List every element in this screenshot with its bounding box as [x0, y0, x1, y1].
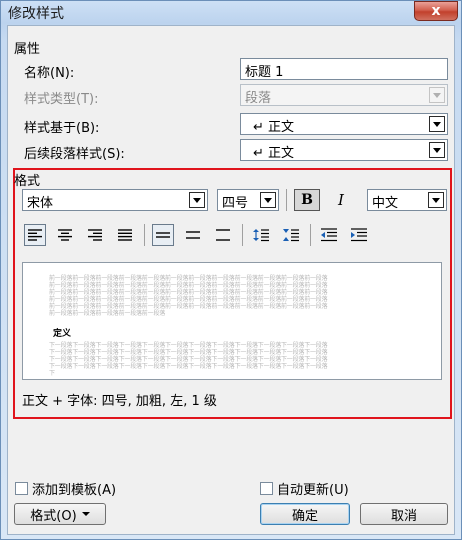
line-spacing-double-icon — [216, 229, 230, 241]
italic-button[interactable]: I — [330, 189, 352, 211]
preview-previous-paragraph: 前一段落前一段落前一段落前一段落前一段落前一段落前一段落前一段落前一段落前一段落… — [49, 275, 328, 317]
line-spacing-double-button[interactable] — [212, 224, 234, 246]
preview-line: 下 — [49, 370, 55, 377]
based-on-value: ↵ 正文 — [253, 120, 295, 135]
chevron-down-icon — [433, 147, 441, 153]
align-right-icon — [88, 229, 102, 241]
align-left-icon — [28, 229, 42, 241]
preview-line: 前一段落前一段落前一段落前一段落前一段落前一段落前一段落前一段落前一段落前一段落… — [49, 289, 328, 296]
align-justify-icon — [118, 229, 132, 241]
title-bar[interactable]: 修改样式 x — [1, 1, 461, 25]
based-on-label: 样式基于(B): — [24, 121, 100, 136]
space-before-decrease-button[interactable] — [280, 224, 302, 246]
properties-section-label: 属性 — [14, 42, 41, 57]
align-right-button[interactable] — [84, 224, 106, 246]
preview-line: 下一段落下一段落下一段落下一段落下一段落下一段落下一段落下一段落下一段落下一段落… — [49, 356, 328, 363]
align-center-icon — [58, 229, 72, 241]
name-input[interactable]: 标题 1 — [240, 58, 448, 80]
auto-update-label: 自动更新(U) — [277, 483, 349, 498]
toolbar-separator — [144, 224, 145, 246]
indent-decrease-icon — [321, 228, 337, 242]
next-style-value: ↵ 正文 — [253, 146, 295, 161]
preview-line: 前一段落前一段落前一段落前一段落前一段落 — [49, 310, 166, 317]
font-value: 宋体 — [27, 196, 54, 211]
indent-increase-button[interactable] — [348, 224, 370, 246]
chevron-down-icon — [264, 197, 272, 203]
modify-style-dialog: 修改样式 x 属性 名称(N): 标题 1 样式类型(T): 段落 样式基于(B… — [0, 0, 462, 540]
preview-sample-text: 定义 — [53, 329, 72, 339]
line-spacing-1_5-icon — [186, 231, 200, 239]
space-before-decrease-icon — [283, 229, 299, 242]
font-size-value: 四号 — [222, 196, 249, 211]
style-type-label: 样式类型(T): — [24, 92, 99, 107]
style-type-select: 段落 — [240, 84, 448, 106]
next-style-dropdown-button[interactable] — [429, 142, 445, 158]
align-left-button[interactable] — [24, 224, 46, 246]
indent-increase-icon — [351, 228, 367, 242]
space-before-increase-button[interactable] — [250, 224, 272, 246]
ok-button[interactable]: 确定 — [260, 503, 350, 525]
toolbar-separator — [286, 189, 287, 211]
font-select[interactable]: 宋体 — [22, 189, 208, 211]
script-select[interactable]: 中文 — [367, 189, 447, 211]
close-button[interactable]: x — [414, 1, 458, 21]
based-on-dropdown-button[interactable] — [429, 116, 445, 132]
based-on-select[interactable]: ↵ 正文 — [240, 113, 448, 135]
preview-line: 下一段落下一段落下一段落下一段落下一段落下一段落下一段落下一段落下一段落下一段落… — [49, 342, 328, 349]
font-size-dropdown-button[interactable] — [260, 192, 276, 208]
chevron-down-icon — [433, 121, 441, 127]
add-to-template-checkbox[interactable] — [15, 482, 28, 495]
preview-line: 下一段落下一段落下一段落下一段落下一段落下一段落下一段落下一段落下一段落下一段落… — [49, 349, 328, 356]
preview-line: 前一段落前一段落前一段落前一段落前一段落前一段落前一段落前一段落前一段落前一段落… — [49, 282, 328, 289]
bold-button[interactable]: B — [294, 189, 320, 211]
style-type-dropdown-button — [429, 87, 445, 103]
close-icon: x — [431, 3, 441, 19]
preview-next-paragraph: 下一段落下一段落下一段落下一段落下一段落下一段落下一段落下一段落下一段落下一段落… — [49, 342, 328, 377]
line-spacing-single-button[interactable] — [152, 224, 174, 246]
toolbar-separator — [310, 224, 311, 246]
format-menu-label: 格式(O) — [30, 508, 77, 524]
preview-line: 前一段落前一段落前一段落前一段落前一段落前一段落前一段落前一段落前一段落前一段落… — [49, 275, 328, 282]
line-spacing-single-icon — [156, 232, 170, 238]
toolbar-separator — [242, 224, 243, 246]
chevron-down-icon — [433, 92, 441, 98]
style-description: 正文 + 字体: 四号, 加粗, 左, 1 级 — [22, 394, 217, 409]
dialog-client-area: 属性 名称(N): 标题 1 样式类型(T): 段落 样式基于(B): ↵ 正文… — [7, 25, 455, 535]
font-size-select[interactable]: 四号 — [217, 189, 279, 211]
style-type-value: 段落 — [245, 91, 272, 106]
align-center-button[interactable] — [54, 224, 76, 246]
line-spacing-1_5-button[interactable] — [182, 224, 204, 246]
preview-line: 前一段落前一段落前一段落前一段落前一段落前一段落前一段落前一段落前一段落前一段落… — [49, 303, 328, 310]
font-dropdown-button[interactable] — [189, 192, 205, 208]
preview-line: 前一段落前一段落前一段落前一段落前一段落前一段落前一段落前一段落前一段落前一段落… — [49, 296, 328, 303]
next-style-select[interactable]: ↵ 正文 — [240, 139, 448, 161]
indent-decrease-button[interactable] — [318, 224, 340, 246]
format-menu-button[interactable]: 格式(O) — [14, 503, 106, 525]
chevron-down-icon — [193, 197, 201, 203]
cancel-button[interactable]: 取消 — [360, 503, 448, 525]
align-justify-button[interactable] — [114, 224, 136, 246]
add-to-template-label: 添加到模板(A) — [32, 483, 117, 498]
next-style-label: 后续段落样式(S): — [24, 147, 125, 162]
script-dropdown-button[interactable] — [428, 192, 444, 208]
style-preview: 前一段落前一段落前一段落前一段落前一段落前一段落前一段落前一段落前一段落前一段落… — [22, 262, 442, 380]
preview-line: 下一段落下一段落下一段落下一段落下一段落下一段落下一段落下一段落下一段落下一段落… — [49, 363, 328, 370]
chevron-down-icon — [432, 197, 440, 203]
window-title: 修改样式 — [8, 6, 64, 22]
auto-update-checkbox[interactable] — [260, 482, 273, 495]
format-section-label: 格式 — [14, 174, 41, 189]
chevron-down-icon — [81, 512, 90, 516]
script-value: 中文 — [372, 196, 399, 211]
space-before-increase-icon — [253, 229, 269, 242]
name-label: 名称(N): — [24, 66, 75, 81]
